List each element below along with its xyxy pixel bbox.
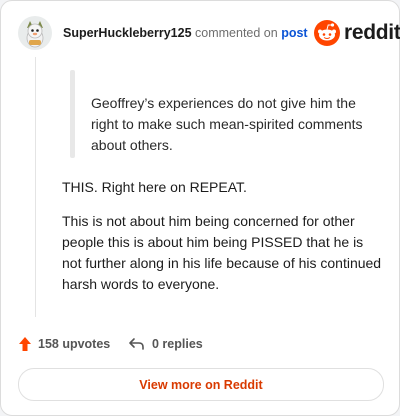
thread-line xyxy=(35,57,36,317)
comment-paragraph-1: THIS. Right here on REPEAT. xyxy=(62,179,247,195)
comment-paragraph-2: This is not about him being concerned fo… xyxy=(62,213,382,292)
upvote-button[interactable]: 158 upvotes xyxy=(18,334,110,354)
comment-header: SuperHuckleberry125 commented on post re… xyxy=(18,16,400,50)
reddit-alien-icon xyxy=(314,20,340,46)
byline-verb: commented on xyxy=(195,26,278,40)
quote-bar xyxy=(70,70,75,158)
quoted-text: Geoffrey’s experiences do not give him t… xyxy=(91,95,363,153)
post-link[interactable]: post xyxy=(281,26,307,40)
reply-arrow-icon xyxy=(129,338,144,350)
upvote-arrow-icon xyxy=(19,337,31,351)
comment-actions: 158 upvotes 0 replies xyxy=(18,334,388,354)
embedded-comment-card: SuperHuckleberry125 commented on post re… xyxy=(0,0,400,416)
reddit-logo[interactable]: reddit xyxy=(314,20,400,46)
comment-byline: SuperHuckleberry125 commented on post xyxy=(63,25,308,41)
author-username[interactable]: SuperHuckleberry125 xyxy=(63,26,192,40)
view-more-button[interactable]: View more on Reddit xyxy=(18,368,384,401)
reddit-wordmark: reddit xyxy=(344,21,400,44)
reply-count: 0 replies xyxy=(152,337,203,351)
reply-button[interactable]: 0 replies xyxy=(128,334,203,354)
upvote-count: 158 upvotes xyxy=(38,337,111,351)
user-avatar-icon[interactable] xyxy=(18,16,52,50)
